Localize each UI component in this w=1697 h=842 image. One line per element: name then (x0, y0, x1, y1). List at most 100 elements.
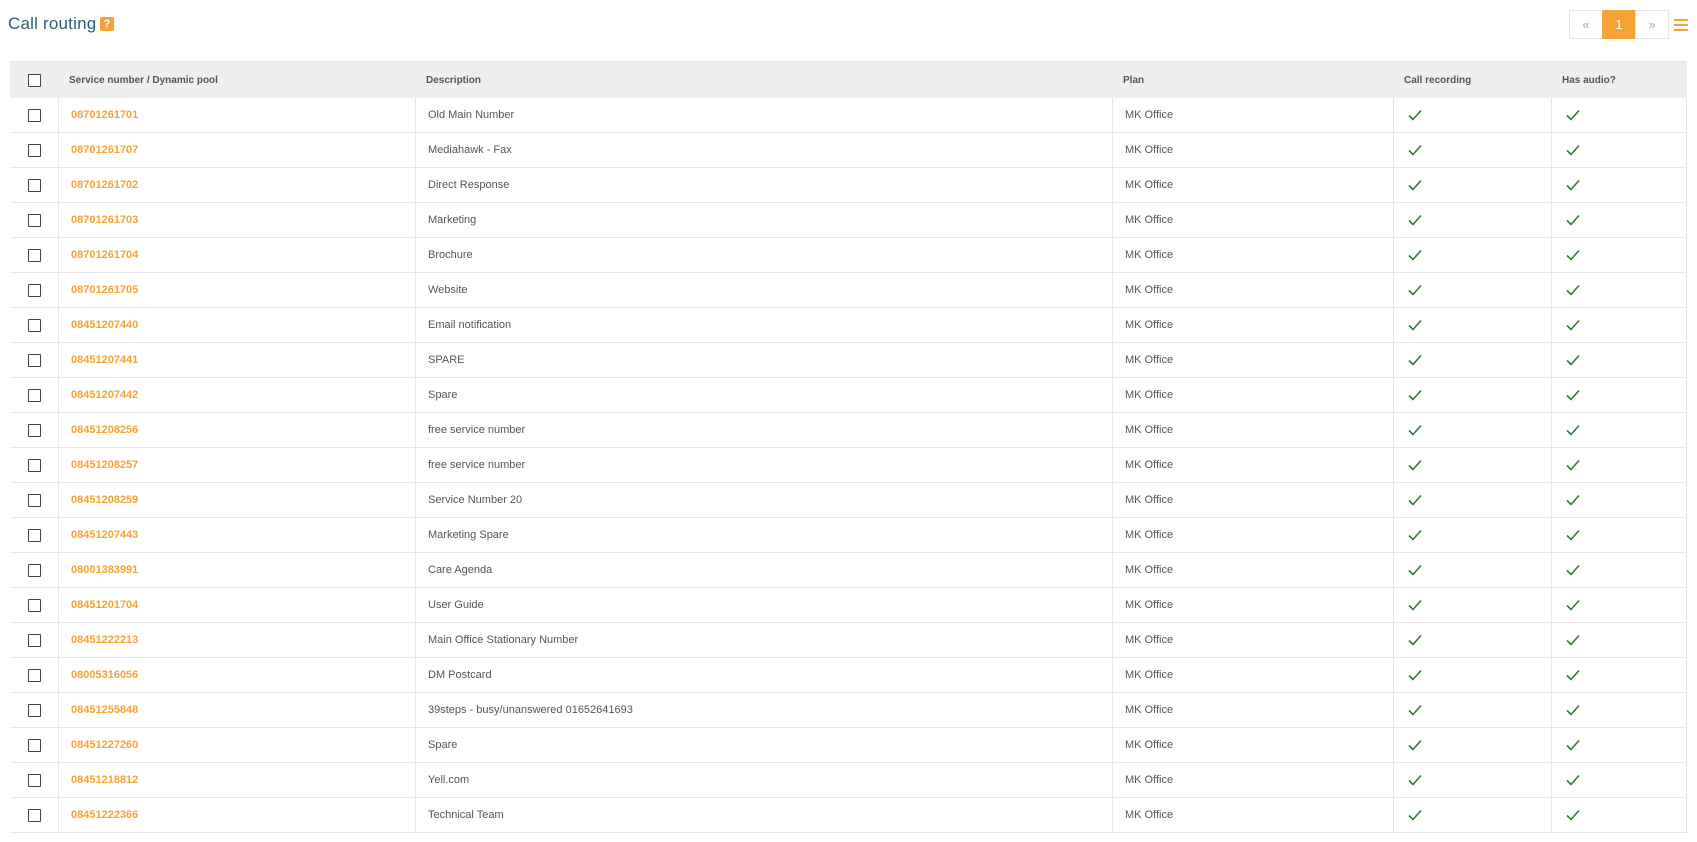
hamburger-menu-icon[interactable] (1674, 19, 1688, 31)
row-checkbox[interactable] (27, 598, 41, 612)
row-checkbox[interactable] (27, 703, 41, 717)
pagination-prev-button[interactable]: « (1569, 10, 1603, 39)
service-number-link[interactable]: 08701261701 (71, 109, 138, 121)
service-number-link[interactable]: 08701261707 (71, 144, 138, 156)
service-number-cell: 08701261705 (58, 272, 415, 308)
column-header-plan[interactable]: Plan (1112, 75, 1393, 86)
plan-cell: MK Office (1112, 412, 1393, 448)
column-header-call-recording[interactable]: Call recording (1393, 75, 1551, 86)
table-row[interactable]: 08451207443 Marketing Spare MK Office (10, 517, 1687, 553)
table-row[interactable]: 08701261701 Old Main Number MK Office (10, 97, 1687, 133)
table-row[interactable]: 08451255848 39steps - busy/unanswered 016… (10, 692, 1687, 728)
check-icon (1564, 494, 1580, 506)
row-checkbox[interactable] (27, 283, 41, 297)
row-checkbox[interactable] (27, 808, 41, 822)
table-row[interactable]: 08451222366 Technical Team MK Office (10, 797, 1687, 833)
service-number-link[interactable]: 08701261705 (71, 284, 138, 296)
pagination-next-button[interactable]: » (1635, 10, 1669, 39)
table-row[interactable]: 08451208256 free service number MK Office (10, 412, 1687, 448)
table-row[interactable]: 08451201704 User Guide MK Office (10, 587, 1687, 623)
row-checkbox[interactable] (27, 353, 41, 367)
service-number-link[interactable]: 08701261702 (71, 179, 138, 191)
table-row[interactable]: 08005316056 DM Postcard MK Office (10, 657, 1687, 693)
pagination-page-button[interactable]: 1 (1602, 10, 1636, 39)
table-row[interactable]: 08451218812 Yell.com MK Office (10, 762, 1687, 798)
service-number-link[interactable]: 08451218812 (71, 774, 138, 786)
service-number-link[interactable]: 08451227260 (71, 739, 138, 751)
table-row[interactable]: 08451208259 Service Number 20 MK Office (10, 482, 1687, 518)
check-icon (1406, 669, 1422, 681)
service-number-link[interactable]: 08005316056 (71, 669, 138, 681)
service-number-link[interactable]: 08451208259 (71, 494, 138, 506)
table-row[interactable]: 08001383991 Care Agenda MK Office (10, 552, 1687, 588)
table-row[interactable]: 08451207441 SPARE MK Office (10, 342, 1687, 378)
table-row[interactable]: 08701261704 Brochure MK Office (10, 237, 1687, 273)
row-select-cell (10, 658, 58, 693)
description-text: Spare (428, 389, 458, 401)
table-header: Service number / Dynamic pool Descriptio… (10, 61, 1687, 98)
description-text: Mediahawk - Fax (428, 144, 512, 156)
service-number-link[interactable]: 08451207440 (71, 319, 138, 331)
service-number-link[interactable]: 08451222213 (71, 634, 138, 646)
row-checkbox[interactable] (27, 528, 41, 542)
row-checkbox[interactable] (27, 668, 41, 682)
description-cell: Spare (415, 727, 1112, 763)
select-all-cell (10, 73, 58, 87)
column-header-description[interactable]: Description (415, 75, 1112, 86)
service-number-cell: 08451222213 (58, 622, 415, 658)
column-header-service-number[interactable]: Service number / Dynamic pool (58, 75, 415, 86)
help-icon[interactable]: ? (100, 17, 114, 31)
row-checkbox[interactable] (27, 738, 41, 752)
service-number-link[interactable]: 08451208256 (71, 424, 138, 436)
check-icon (1406, 529, 1422, 541)
table-row[interactable]: 08701261707 Mediahawk - Fax MK Office (10, 132, 1687, 168)
description-cell: User Guide (415, 587, 1112, 623)
table-row[interactable]: 08451207442 Spare MK Office (10, 377, 1687, 413)
service-number-cell: 08451208259 (58, 482, 415, 518)
plan-cell: MK Office (1112, 237, 1393, 273)
row-checkbox[interactable] (27, 178, 41, 192)
table-row[interactable]: 08701261703 Marketing MK Office (10, 202, 1687, 238)
service-number-link[interactable]: 08451201704 (71, 599, 138, 611)
select-all-checkbox[interactable] (27, 73, 41, 87)
check-icon (1406, 109, 1422, 121)
call-recording-cell (1393, 482, 1551, 518)
service-number-link[interactable]: 08001383991 (71, 564, 138, 576)
row-checkbox[interactable] (27, 143, 41, 157)
plan-cell: MK Office (1112, 622, 1393, 658)
row-checkbox[interactable] (27, 388, 41, 402)
has-audio-cell (1551, 587, 1687, 623)
row-checkbox[interactable] (27, 318, 41, 332)
has-audio-cell (1551, 762, 1687, 798)
service-number-link[interactable]: 08451207442 (71, 389, 138, 401)
column-header-has-audio[interactable]: Has audio? (1551, 75, 1687, 86)
service-number-cell: 08451207442 (58, 377, 415, 413)
row-checkbox[interactable] (27, 458, 41, 472)
table-row[interactable]: 08451227260 Spare MK Office (10, 727, 1687, 763)
service-number-link[interactable]: 08451255848 (71, 704, 138, 716)
table-row[interactable]: 08451222213 Main Office Stationary Number… (10, 622, 1687, 658)
row-select-cell (10, 413, 58, 448)
has-audio-cell (1551, 622, 1687, 658)
row-checkbox[interactable] (27, 563, 41, 577)
row-checkbox[interactable] (27, 633, 41, 647)
table-row[interactable]: 08451207440 Email notification MK Office (10, 307, 1687, 343)
row-checkbox[interactable] (27, 493, 41, 507)
has-audio-cell (1551, 552, 1687, 588)
check-icon (1564, 774, 1580, 786)
table-row[interactable]: 08451208257 free service number MK Office (10, 447, 1687, 483)
table-row[interactable]: 08701261705 Website MK Office (10, 272, 1687, 308)
table-row[interactable]: 08701261702 Direct Response MK Office (10, 167, 1687, 203)
row-checkbox[interactable] (27, 248, 41, 262)
service-number-link[interactable]: 08451207441 (71, 354, 138, 366)
row-checkbox[interactable] (27, 108, 41, 122)
plan-cell: MK Office (1112, 517, 1393, 553)
service-number-link[interactable]: 08451208257 (71, 459, 138, 471)
row-checkbox[interactable] (27, 773, 41, 787)
service-number-link[interactable]: 08451207443 (71, 529, 138, 541)
service-number-link[interactable]: 08701261704 (71, 249, 138, 261)
service-number-link[interactable]: 08451222366 (71, 809, 138, 821)
row-checkbox[interactable] (27, 213, 41, 227)
service-number-link[interactable]: 08701261703 (71, 214, 138, 226)
row-checkbox[interactable] (27, 423, 41, 437)
